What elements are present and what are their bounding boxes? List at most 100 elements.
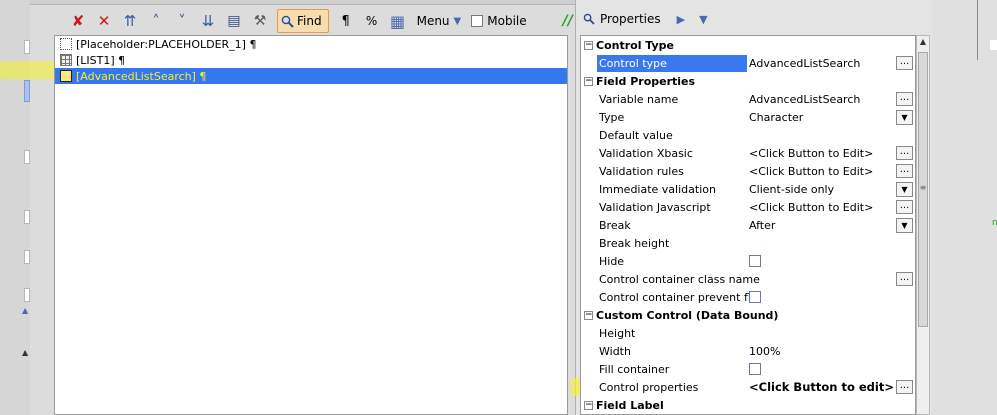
- property-name: Fill container: [599, 362, 670, 376]
- property-row-default-value[interactable]: Default value: [581, 126, 915, 144]
- forward-arrow-icon[interactable]: ▶: [677, 13, 685, 26]
- ellipsis-button[interactable]: ...: [896, 200, 913, 214]
- property-row-immediate-validation[interactable]: Immediate validation Client-side only ▼: [581, 180, 915, 198]
- mobile-label: Mobile: [487, 14, 527, 28]
- dropdown-arrow-icon[interactable]: ▼: [896, 181, 913, 197]
- properties-title: Properties: [600, 12, 661, 26]
- property-value[interactable]: AdvancedListSearch: [749, 93, 860, 106]
- ellipsis-button[interactable]: ...: [896, 146, 913, 160]
- tree-item[interactable]: [Placeholder:PLACEHOLDER_1] ¶: [57, 36, 567, 52]
- property-name: Control type: [597, 54, 747, 72]
- property-row-prevent-float[interactable]: Control container prevent float: [581, 288, 915, 306]
- dropdown-arrow-icon[interactable]: ▼: [896, 109, 913, 125]
- property-value[interactable]: Character: [749, 111, 803, 124]
- green-slash-icon[interactable]: //: [563, 13, 573, 29]
- property-grid: − Control Type Control type AdvancedList…: [580, 35, 916, 415]
- find-magnifier-icon: [281, 15, 294, 28]
- menu-button[interactable]: Menu: [417, 14, 450, 28]
- move-down-icon[interactable]: ˅: [169, 9, 195, 33]
- delete-all-icon[interactable]: ✘: [65, 9, 91, 33]
- property-value[interactable]: Client-side only: [749, 183, 834, 196]
- section-label: Control Type: [596, 38, 675, 52]
- property-row-width[interactable]: Width 100%: [581, 342, 915, 360]
- section-control-type[interactable]: − Control Type: [581, 36, 915, 54]
- property-name: Hide: [599, 254, 625, 268]
- search-icon: [583, 13, 595, 25]
- move-up-icon[interactable]: ˄: [143, 9, 169, 33]
- dropdown-arrow-icon[interactable]: ▼: [896, 217, 913, 233]
- collapse-toggle-icon[interactable]: −: [584, 40, 593, 50]
- hide-checkbox[interactable]: [749, 255, 761, 267]
- properties-header: Properties ▶ ▼: [583, 9, 708, 29]
- tree-item-selected[interactable]: [AdvancedListSearch] ¶: [55, 68, 567, 84]
- property-row-validation-rules[interactable]: Validation rules <Click Button to Edit> …: [581, 162, 915, 180]
- ellipsis-button[interactable]: ...: [896, 164, 913, 178]
- tree-item-label: [LIST1] ¶: [76, 53, 126, 67]
- menu-chevron-down-icon[interactable]: ▼: [454, 16, 462, 27]
- property-name: Immediate validation: [599, 182, 716, 196]
- collapse-toggle-icon[interactable]: −: [584, 76, 593, 86]
- ellipsis-button[interactable]: ...: [896, 56, 913, 70]
- property-row-container-class[interactable]: Control container class name ...: [581, 270, 915, 288]
- property-row-variable-name[interactable]: Variable name AdvancedListSearch ...: [581, 90, 915, 108]
- section-field-label[interactable]: − Field Label: [581, 396, 915, 414]
- property-row-validation-xbasic[interactable]: Validation Xbasic <Click Button to Edit>…: [581, 144, 915, 162]
- property-name: Break height: [599, 236, 670, 250]
- gutter-up-arrow-icon[interactable]: ▲: [22, 306, 28, 315]
- tree-item-label: [Placeholder:PLACEHOLDER_1] ¶: [76, 37, 257, 51]
- mobile-checkbox[interactable]: [471, 15, 484, 27]
- gutter-down-arrow-icon[interactable]: ▲: [22, 348, 28, 357]
- chevron-down-icon[interactable]: ▼: [699, 13, 707, 26]
- section-field-properties[interactable]: − Field Properties: [581, 72, 915, 90]
- property-row-control-type[interactable]: Control type AdvancedListSearch ...: [581, 54, 915, 72]
- property-value[interactable]: <Click Button to Edit>: [749, 201, 873, 214]
- property-value[interactable]: <Click Button to Edit>: [749, 147, 873, 160]
- property-value[interactable]: <Click Button to Edit>: [749, 165, 873, 178]
- property-value[interactable]: AdvancedListSearch: [749, 57, 860, 70]
- property-row-break[interactable]: Break After ▼: [581, 216, 915, 234]
- section-label: Field Properties: [596, 74, 696, 88]
- scrollbar-grip-icon: ≡: [919, 183, 927, 192]
- search-control-icon: [60, 70, 72, 82]
- property-name: Break: [599, 218, 631, 232]
- divider: [990, 40, 997, 50]
- property-name: Control container class name: [599, 272, 760, 286]
- property-row-fill-container[interactable]: Fill container: [581, 360, 915, 378]
- layout-icon[interactable]: ▤: [221, 9, 247, 33]
- ellipsis-button[interactable]: ...: [896, 380, 913, 394]
- side-marker-icon: n: [992, 218, 997, 228]
- property-row-control-properties[interactable]: Control properties <Click Button to edit…: [581, 378, 915, 396]
- top-divider: [30, 0, 575, 5]
- property-value[interactable]: 100%: [749, 345, 780, 358]
- divider: [977, 0, 978, 60]
- scroll-up-arrow-icon[interactable]: ▲: [916, 37, 930, 51]
- property-row-break-height[interactable]: Break height: [581, 234, 915, 252]
- wand-icon[interactable]: ⚒: [247, 9, 273, 33]
- move-bottom-icon[interactable]: ⇊: [195, 9, 221, 33]
- prevent-float-checkbox[interactable]: [749, 291, 761, 303]
- property-name: Variable name: [599, 92, 679, 106]
- collapse-toggle-icon[interactable]: −: [584, 400, 593, 410]
- section-label: Field Label: [596, 398, 664, 412]
- ellipsis-button[interactable]: ...: [896, 272, 913, 286]
- fill-container-checkbox[interactable]: [749, 363, 761, 375]
- collapse-toggle-icon[interactable]: −: [584, 310, 593, 320]
- property-value[interactable]: After: [749, 219, 775, 232]
- property-name: Default value: [599, 128, 673, 142]
- tree-item[interactable]: [LIST1] ¶: [57, 52, 567, 68]
- percent-icon[interactable]: %: [359, 9, 385, 33]
- designer-toolbar: ✘ ✕ ⇈ ˄ ˅ ⇊ ▤ ⚒ Find ¶ % ▦ Menu ▼ Mobile…: [65, 8, 573, 34]
- delete-icon[interactable]: ✕: [91, 9, 117, 33]
- property-value[interactable]: <Click Button to edit>: [749, 380, 894, 394]
- grid-icon[interactable]: ▦: [385, 9, 411, 33]
- property-row-validation-javascript[interactable]: Validation Javascript <Click Button to E…: [581, 198, 915, 216]
- placeholder-icon: [60, 38, 72, 50]
- property-row-hide[interactable]: Hide: [581, 252, 915, 270]
- find-button[interactable]: Find: [277, 9, 329, 33]
- section-custom-control[interactable]: − Custom Control (Data Bound): [581, 306, 915, 324]
- move-top-icon[interactable]: ⇈: [117, 9, 143, 33]
- ellipsis-button[interactable]: ...: [896, 92, 913, 106]
- pilcrow-icon[interactable]: ¶: [333, 9, 359, 33]
- property-row-type[interactable]: Type Character ▼: [581, 108, 915, 126]
- property-row-height[interactable]: Height: [581, 324, 915, 342]
